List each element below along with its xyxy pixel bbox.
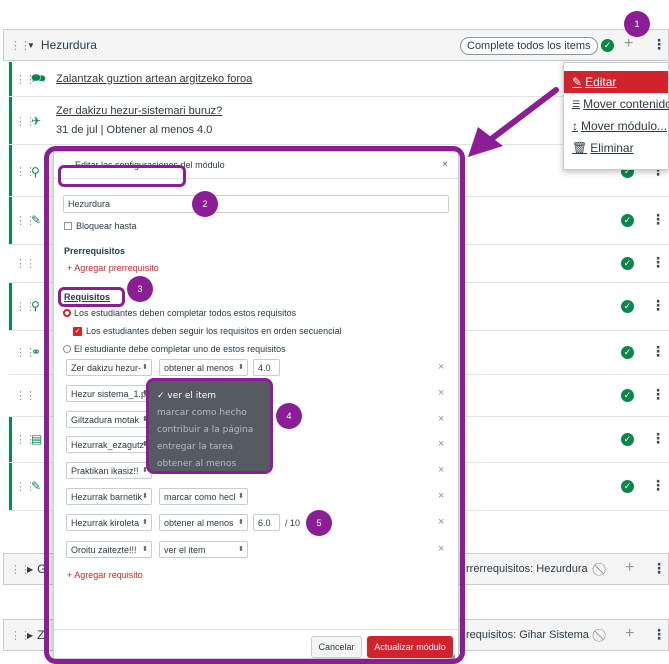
badge-number: 3: [137, 284, 143, 294]
step-badge: 4: [276, 403, 302, 429]
annotation-highlight: [58, 287, 125, 307]
step-badge: 1: [624, 11, 650, 37]
badge-number: 5: [316, 518, 322, 528]
badge-number: 2: [202, 199, 208, 209]
annotation-frame: [44, 146, 465, 664]
annotation-highlight: [58, 165, 186, 187]
badge-number: 1: [634, 19, 640, 29]
step-badge: 3: [127, 276, 153, 302]
step-badge: 5: [306, 510, 332, 536]
badge-number: 4: [286, 411, 292, 421]
step-badge: 2: [192, 191, 218, 217]
